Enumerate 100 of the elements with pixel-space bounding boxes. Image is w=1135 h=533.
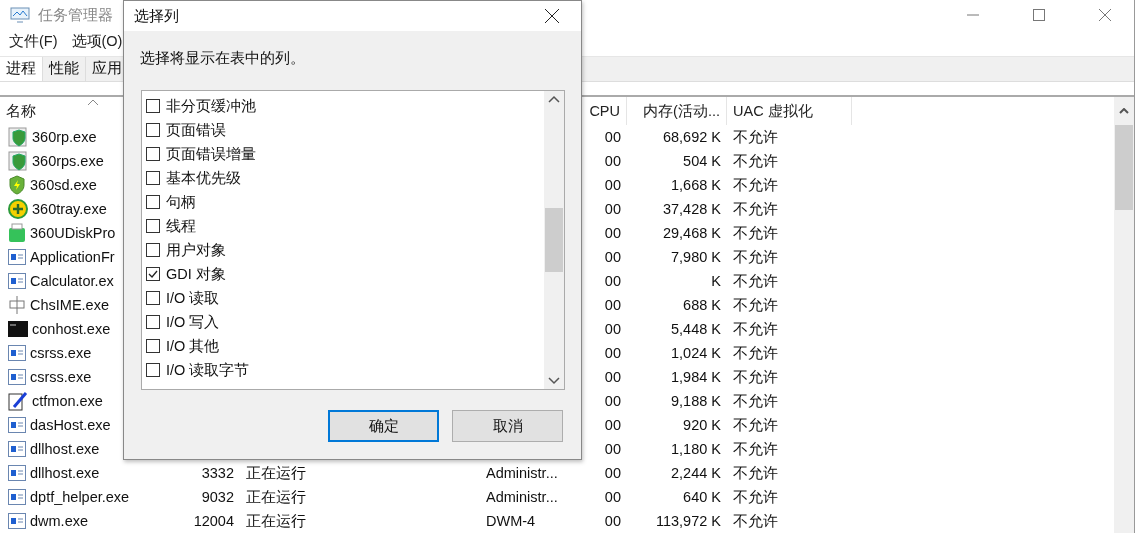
shield-icon [8,175,26,195]
status-cell-text: 正在运行 [245,511,307,531]
uac-cell-text: 不允许 [732,391,779,411]
option-label: I/O 读取字节 [166,360,250,380]
scrollbar-thumb[interactable] [545,208,563,272]
memory-cell-text: K [710,273,722,289]
uac-cell-text: 不允许 [732,439,779,459]
process-name: Calculator.ex [30,273,114,289]
memory-cell-text: 1,024 K [670,345,722,361]
window-icon [8,441,26,457]
dialog-message: 选择将显示在表中的列。 [140,49,306,68]
option-label: I/O 其他 [166,336,220,356]
memory-cell-text: 68,692 K [661,129,722,145]
process-name: 360rp.exe [32,129,97,145]
checkbox[interactable] [146,291,160,305]
checkbox[interactable] [146,171,160,185]
console-icon [8,321,28,337]
pid-cell-text: 12004 [192,513,235,529]
window-icon [8,489,26,505]
process-name: dasHost.exe [30,417,111,433]
tab[interactable]: 进程 [0,57,43,81]
menu-item[interactable]: 选项(O) [71,31,123,51]
cpu-cell-text: 00 [603,465,622,481]
process-name: ctfmon.exe [32,393,103,409]
notepad-pen-icon [8,391,28,411]
scroll-up-icon [1119,108,1129,114]
usb-drive-icon [8,223,26,243]
cpu-cell-text: 00 [603,441,622,457]
option-label: 页面错误增量 [166,144,256,164]
uac-cell-text: 不允许 [732,127,779,147]
memory-cell-text: 2,244 K [670,465,722,481]
checkbox[interactable] [146,99,160,113]
uac-cell-text: 不允许 [732,367,779,387]
checkbox[interactable] [146,195,160,209]
menu-item[interactable]: 文件(F) [9,31,58,51]
scrollbar[interactable] [544,91,564,389]
sort-caret-icon [88,99,98,105]
cpu-cell-text: 00 [603,393,622,409]
memory-cell-text: 113,972 K [654,513,722,529]
uac-cell-text: 不允许 [732,343,779,363]
dialog-title: 选择列 [134,6,179,26]
status-cell-text: 正在运行 [245,463,307,483]
memory-cell-text: 37,428 K [661,201,722,217]
cpu-cell-text: 00 [603,249,622,265]
option-label: 线程 [166,216,196,236]
cpu-cell-text: 00 [603,345,622,361]
uac-cell-text: 不允许 [732,295,779,315]
memory-cell-text: 688 K [682,297,722,313]
process-name: 360UDiskPro [30,225,116,241]
dialog-button[interactable]: 确定 [328,410,439,442]
scrollbar-thumb[interactable] [1115,125,1133,210]
checkbox[interactable] [146,123,160,137]
scroll-up-icon [548,95,560,103]
window-icon [8,345,26,361]
checkbox[interactable] [146,219,160,233]
memory-cell-text: 1,668 K [670,177,722,193]
maximize-icon [1033,9,1045,21]
checkbox[interactable] [146,339,160,353]
scrollbar[interactable] [1114,97,1134,533]
uac-cell-text: 不允许 [732,319,779,339]
checkbox[interactable] [146,363,160,377]
memory-cell-text: 1,984 K [670,369,722,385]
process-name: dllhost.exe [30,465,100,481]
option-label: 基本优先级 [166,168,241,188]
process-name: conhost.exe [32,321,111,337]
cpu-cell-text: 00 [603,225,622,241]
process-name: 360tray.exe [32,201,107,217]
status-cell-text: 正在运行 [245,487,307,507]
uac-cell-text: 不允许 [732,223,779,243]
uac-cell-text: 不允许 [732,247,779,267]
checkbox[interactable] [146,243,160,257]
user-cell-text: DWM-4 [485,513,537,529]
memory-cell-text: 7,980 K [670,249,722,265]
memory-cell-text: 1,180 K [670,441,722,457]
memory-cell-text: 29,468 K [661,225,722,241]
checkbox[interactable] [146,147,160,161]
checkbox[interactable] [146,267,160,281]
cpu-cell-text: 00 [603,321,622,337]
cpu-cell-text: 00 [603,129,622,145]
column-header[interactable]: 内存(活动... [627,97,727,125]
pid-cell-text: 9032 [200,489,235,505]
user-cell-text: Administr... [485,465,559,481]
option-label: GDI 对象 [166,264,226,284]
window-icon [8,273,26,289]
ime-icon [8,295,26,315]
cpu-cell-text: 00 [603,369,622,385]
checkbox[interactable] [146,315,160,329]
process-name: csrss.exe [30,369,92,385]
uac-cell-text: 不允许 [732,415,779,435]
cpu-cell-text: 00 [603,489,622,505]
window-title: 任务管理器 [38,5,113,25]
window-icon [8,417,26,433]
shield-app-icon [8,127,28,147]
uac-cell-text: 不允许 [732,199,779,219]
dialog-button[interactable]: 取消 [452,410,563,442]
process-name: 360rps.exe [32,153,104,169]
column-header[interactable]: UAC 虚拟化 [727,97,852,125]
cpu-cell-text: 00 [603,297,622,313]
memory-cell-text: 504 K [682,153,722,169]
process-name: ApplicationFr [30,249,115,265]
